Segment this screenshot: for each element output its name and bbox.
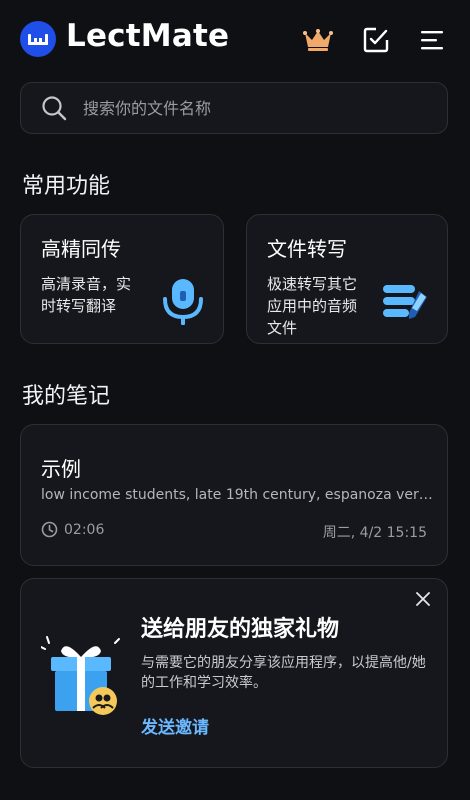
feature-card-simultaneous[interactable]: 高精同传 高清录音，实 时转写翻译 [20,214,224,344]
promo-description: 与需要它的朋友分享该应用程序，以提高他/她的工作和学习效率。 [141,655,426,691]
invite-promo-card: 送给朋友的独家礼物 与需要它的朋友分享该应用程序，以提高他/她的工作和学习效率。… [20,578,448,768]
logo-icon [28,34,48,45]
promo-title: 送给朋友的独家礼物 [141,617,340,642]
app-header: LectMate [0,0,470,80]
microphone-icon [161,277,205,331]
feature-desc: 高清录音，实 时转写翻译 [41,275,132,315]
import-checkbox-icon[interactable] [360,24,392,56]
features-section-title: 常用功能 [22,174,111,199]
document-pen-icon [381,281,431,327]
feature-title: 文件转写 [267,237,347,261]
feature-title: 高精同传 [41,237,121,261]
app-title: LectMate [66,18,230,54]
menu-icon[interactable] [416,24,448,56]
clock-icon [41,521,58,538]
feature-desc: 极速转写其它 应用中的音频 文件 [267,275,358,337]
note-duration-text: 02:06 [64,521,105,538]
feature-card-transcription[interactable]: 文件转写 极速转写其它 应用中的音频 文件 [246,214,448,344]
search-icon [41,95,67,121]
search-bar[interactable] [20,82,448,134]
notes-section-title: 我的笔记 [22,384,111,409]
close-icon[interactable] [411,587,435,611]
app-logo [20,21,56,57]
note-card[interactable]: 示例 low income students, late 19th centur… [20,424,448,566]
note-subtitle: low income students, late 19th century, … [41,487,433,503]
note-duration: 02:06 [41,521,104,538]
search-input[interactable] [81,97,425,119]
gift-icon [40,635,121,723]
crown-icon[interactable] [302,24,334,56]
note-title: 示例 [41,457,81,481]
send-invite-link[interactable]: 发送邀请 [141,713,209,738]
note-date: 周二, 4/2 15:15 [322,525,427,541]
